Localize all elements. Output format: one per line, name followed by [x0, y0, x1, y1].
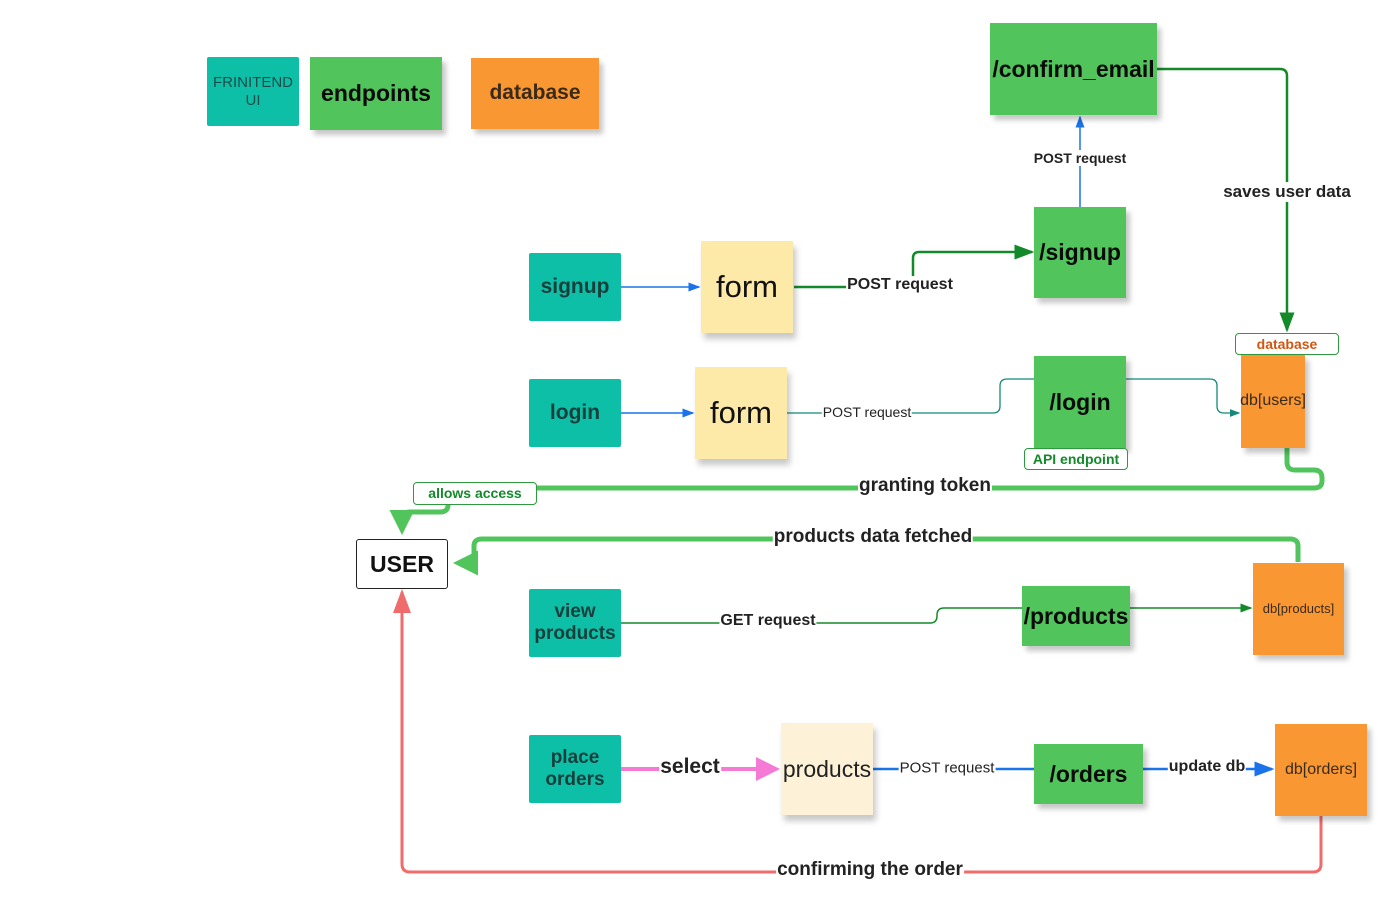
signup-ui[interactable]: signup	[529, 253, 621, 321]
products-endpoint[interactable]: /products	[1022, 586, 1130, 646]
label-confirming-order: confirming the order	[776, 859, 964, 881]
database-tag: database	[1235, 333, 1339, 355]
label-signup-post: POST request	[846, 276, 954, 294]
signup-endpoint[interactable]: /signup	[1034, 207, 1126, 298]
edge-get-request	[621, 607, 1022, 624]
label-products-fetched: products data fetched	[772, 526, 974, 548]
allows-access-tag: allows access	[413, 482, 537, 505]
api-endpoint-tag: API endpoint	[1024, 448, 1128, 470]
login-endpoint[interactable]: /login	[1034, 356, 1126, 448]
label-get-request: GET request	[719, 612, 817, 630]
legend-database: database	[471, 58, 599, 129]
legend-endpoints: endpoints	[310, 57, 442, 130]
confirm-email-endpoint[interactable]: /confirm_email	[990, 23, 1157, 115]
login-form[interactable]: form	[695, 367, 787, 459]
label-saves-user-data: saves user data	[1222, 182, 1352, 202]
products-note[interactable]: products	[781, 723, 873, 815]
label-select: select	[659, 755, 721, 779]
signup-form[interactable]: form	[701, 241, 793, 333]
label-update-db: update db	[1167, 758, 1247, 776]
place-orders-ui[interactable]: place orders	[529, 735, 621, 803]
db-products[interactable]: db[products]	[1253, 563, 1344, 655]
user-node[interactable]: USER	[356, 539, 448, 589]
label-granting-token: granting token	[858, 475, 992, 497]
legend-frontend: FRINITEND UI	[207, 57, 299, 126]
login-ui[interactable]: login	[529, 379, 621, 447]
orders-endpoint[interactable]: /orders	[1034, 744, 1143, 804]
label-login-post: POST request	[821, 404, 913, 420]
label-orders-post: POST request	[898, 759, 996, 777]
db-orders[interactable]: db[orders]	[1275, 724, 1367, 816]
view-products-ui[interactable]: view products	[529, 589, 621, 657]
edge-login-to-db-users	[1126, 378, 1241, 417]
label-confirm-post: POST request	[1032, 150, 1128, 166]
db-users[interactable]: db[users]	[1240, 355, 1306, 448]
